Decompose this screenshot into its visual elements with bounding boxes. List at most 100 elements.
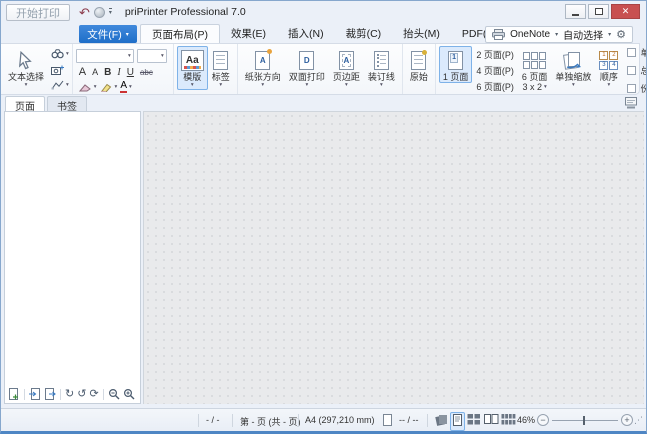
printer-icon xyxy=(492,29,505,40)
paper-orientation-icon[interactable] xyxy=(383,414,392,426)
template-icon: Aa xyxy=(181,50,204,71)
text-select-button[interactable]: 文本选择 ▾ xyxy=(4,46,48,90)
view-many-pages-button[interactable] xyxy=(501,413,516,428)
file-menu-button[interactable]: 文件(F) ▾ xyxy=(79,25,137,43)
orientation-button[interactable]: A 纸张方向 ▾ xyxy=(241,46,285,90)
maximize-button[interactable] xyxy=(588,4,609,19)
zoom-in-button[interactable] xyxy=(123,388,135,400)
custom-grid-sublabel: 3 x 2 xyxy=(523,82,543,92)
snapshot-button[interactable] xyxy=(51,65,69,75)
margins-button[interactable]: A 页边距 ▾ xyxy=(329,46,364,90)
new-sheet-checkbox[interactable]: 总创建至新纸张 xyxy=(627,64,647,77)
qat-customize-icon[interactable]: ▾ xyxy=(109,8,112,16)
paper-size: A4 (297,210 mm) xyxy=(305,415,375,425)
resize-grip[interactable]: ⋰ xyxy=(634,415,643,426)
strikethrough-button[interactable]: abc xyxy=(140,68,153,77)
chevron-down-icon: ▾ xyxy=(191,82,194,88)
add-page-button[interactable] xyxy=(9,388,20,401)
shrink-font-button[interactable]: A xyxy=(92,67,98,77)
start-print-button[interactable]: 开始打印 xyxy=(6,4,70,21)
printer-dropdown-icon[interactable]: ▾ xyxy=(555,31,558,38)
original-button[interactable]: 原始 xyxy=(406,46,432,83)
grid-3x2-icon xyxy=(523,52,546,69)
cursor-arrow-icon xyxy=(16,49,36,72)
four-pages-button[interactable]: 4 页面(P) xyxy=(476,64,514,77)
font-family-select[interactable]: ▾ xyxy=(76,49,134,63)
chevron-down-icon: ▾ xyxy=(115,84,118,90)
printer-selector[interactable]: OneNote ▾ 自动选择 ▾ ⚙ xyxy=(485,26,633,43)
view-multi-stack-button[interactable] xyxy=(434,413,448,428)
chevron-down-icon: ▾ xyxy=(345,82,348,88)
custom-grid-label: 6 页面 xyxy=(522,72,548,82)
zoom-in-button[interactable]: + xyxy=(621,414,633,426)
insert-page-before-button[interactable] xyxy=(29,388,41,401)
paper-mode-dropdown-icon[interactable]: ▾ xyxy=(608,31,611,38)
six-pages-button[interactable]: 6 页面(P) xyxy=(476,80,514,93)
zoom-out-button[interactable] xyxy=(108,388,120,400)
refresh-icon[interactable]: ⟳ xyxy=(89,389,98,400)
labels-button[interactable]: 标签 ▾ xyxy=(208,46,234,90)
rotate-cw-icon[interactable]: ↻ xyxy=(65,389,74,400)
tab-letterhead[interactable]: 抬头(M) xyxy=(392,24,451,43)
labels-label: 标签 xyxy=(212,72,230,82)
original-label: 原始 xyxy=(410,72,428,82)
underline-button[interactable]: U xyxy=(127,67,134,78)
undo-icon[interactable]: ↶ xyxy=(79,6,90,19)
copies-checkbox[interactable]: 份数 xyxy=(627,82,647,95)
template-button[interactable]: Aa 模版 ▾ xyxy=(177,46,208,90)
view-two-pages-button[interactable] xyxy=(484,413,499,428)
preview-sphere-icon[interactable] xyxy=(94,7,105,18)
chevron-down-icon: ▾ xyxy=(94,84,97,90)
italic-button[interactable]: I xyxy=(117,67,120,78)
tab-page-layout[interactable]: 页面布局(P) xyxy=(140,24,220,43)
repeat-single-page-label: 单页重复显示 xyxy=(640,46,647,59)
ribbon-tab-row: 文件(F) ▾ 页面布局(P) 效果(E) 插入(N) 裁剪(C) 抬头(M) … xyxy=(1,23,646,43)
preview-canvas[interactable] xyxy=(143,111,644,404)
view-grid-button[interactable] xyxy=(467,413,481,428)
tab-insert[interactable]: 插入(N) xyxy=(277,24,335,43)
chevron-down-icon: ▾ xyxy=(66,51,69,57)
chevron-down-icon: ▾ xyxy=(66,82,69,88)
minimize-icon xyxy=(572,14,579,16)
independent-zoom-button[interactable]: 单独缩放 ▾ xyxy=(551,46,595,90)
font-color-button[interactable]: A ▾ xyxy=(120,81,131,93)
zoom-slider-track[interactable] xyxy=(552,420,618,421)
zoom-slider-thumb[interactable] xyxy=(583,416,585,425)
repeat-single-page-checkbox[interactable]: 单页重复显示 xyxy=(627,46,647,59)
text-select-label: 文本选择 xyxy=(8,72,44,82)
minimize-button[interactable] xyxy=(565,4,586,19)
pages-panel[interactable]: ↻ ↺ ⟳ xyxy=(4,111,141,404)
sidebar-tab-bookmarks[interactable]: 书签 xyxy=(47,96,87,112)
one-page-button[interactable]: 1 1 页面 xyxy=(439,46,473,83)
find-button[interactable]: ▾ xyxy=(51,48,69,59)
tab-crop[interactable]: 裁剪(C) xyxy=(335,24,393,43)
view-single-page-button[interactable] xyxy=(450,412,465,431)
gear-icon[interactable]: ⚙ xyxy=(616,28,626,41)
insert-page-after-button[interactable] xyxy=(44,388,56,401)
virtual-printer-icon[interactable] xyxy=(624,96,638,114)
clear-format-button[interactable]: ▾ xyxy=(79,83,97,92)
rotate-ccw-icon[interactable]: ↺ xyxy=(77,389,86,400)
grow-font-button[interactable]: A xyxy=(79,66,86,78)
gutter-button[interactable]: 装订线 ▾ xyxy=(364,46,399,90)
printer-name: OneNote xyxy=(510,29,550,40)
font-size-select[interactable]: ▾ xyxy=(137,49,167,63)
independent-zoom-label: 单独缩放 xyxy=(555,72,591,82)
duplex-label: 双面打印 xyxy=(289,72,325,82)
ribbon: 文本选择 ▾ ▾ ▾ xyxy=(1,43,640,95)
margins-label: 页边距 xyxy=(333,72,360,82)
cursor-position: - / - xyxy=(206,415,220,425)
tab-effects[interactable]: 效果(E) xyxy=(220,24,277,43)
sidebar-tab-pages[interactable]: 页面 xyxy=(5,96,45,112)
margins-icon: A xyxy=(339,51,354,70)
group-pages-per-sheet: 1 1 页面 2 页面(P) 4 页面(P) 6 页面(P) 6 页面 3 xyxy=(436,44,647,94)
order-button[interactable]: 1 2 3 4 顺序 ▾ xyxy=(595,46,622,90)
bold-button[interactable]: B xyxy=(104,67,111,78)
duplex-button[interactable]: D 双面打印 ▾ xyxy=(285,46,329,90)
zoom-out-button[interactable]: − xyxy=(537,414,549,426)
highlight-button[interactable]: ▾ xyxy=(100,83,118,92)
custom-grid-button[interactable]: 6 页面 3 x 2 ▾ xyxy=(518,46,552,94)
two-pages-button[interactable]: 2 页面(P) xyxy=(476,48,514,61)
measure-button[interactable]: ▾ xyxy=(51,80,69,90)
close-button[interactable]: ✕ xyxy=(611,4,640,19)
